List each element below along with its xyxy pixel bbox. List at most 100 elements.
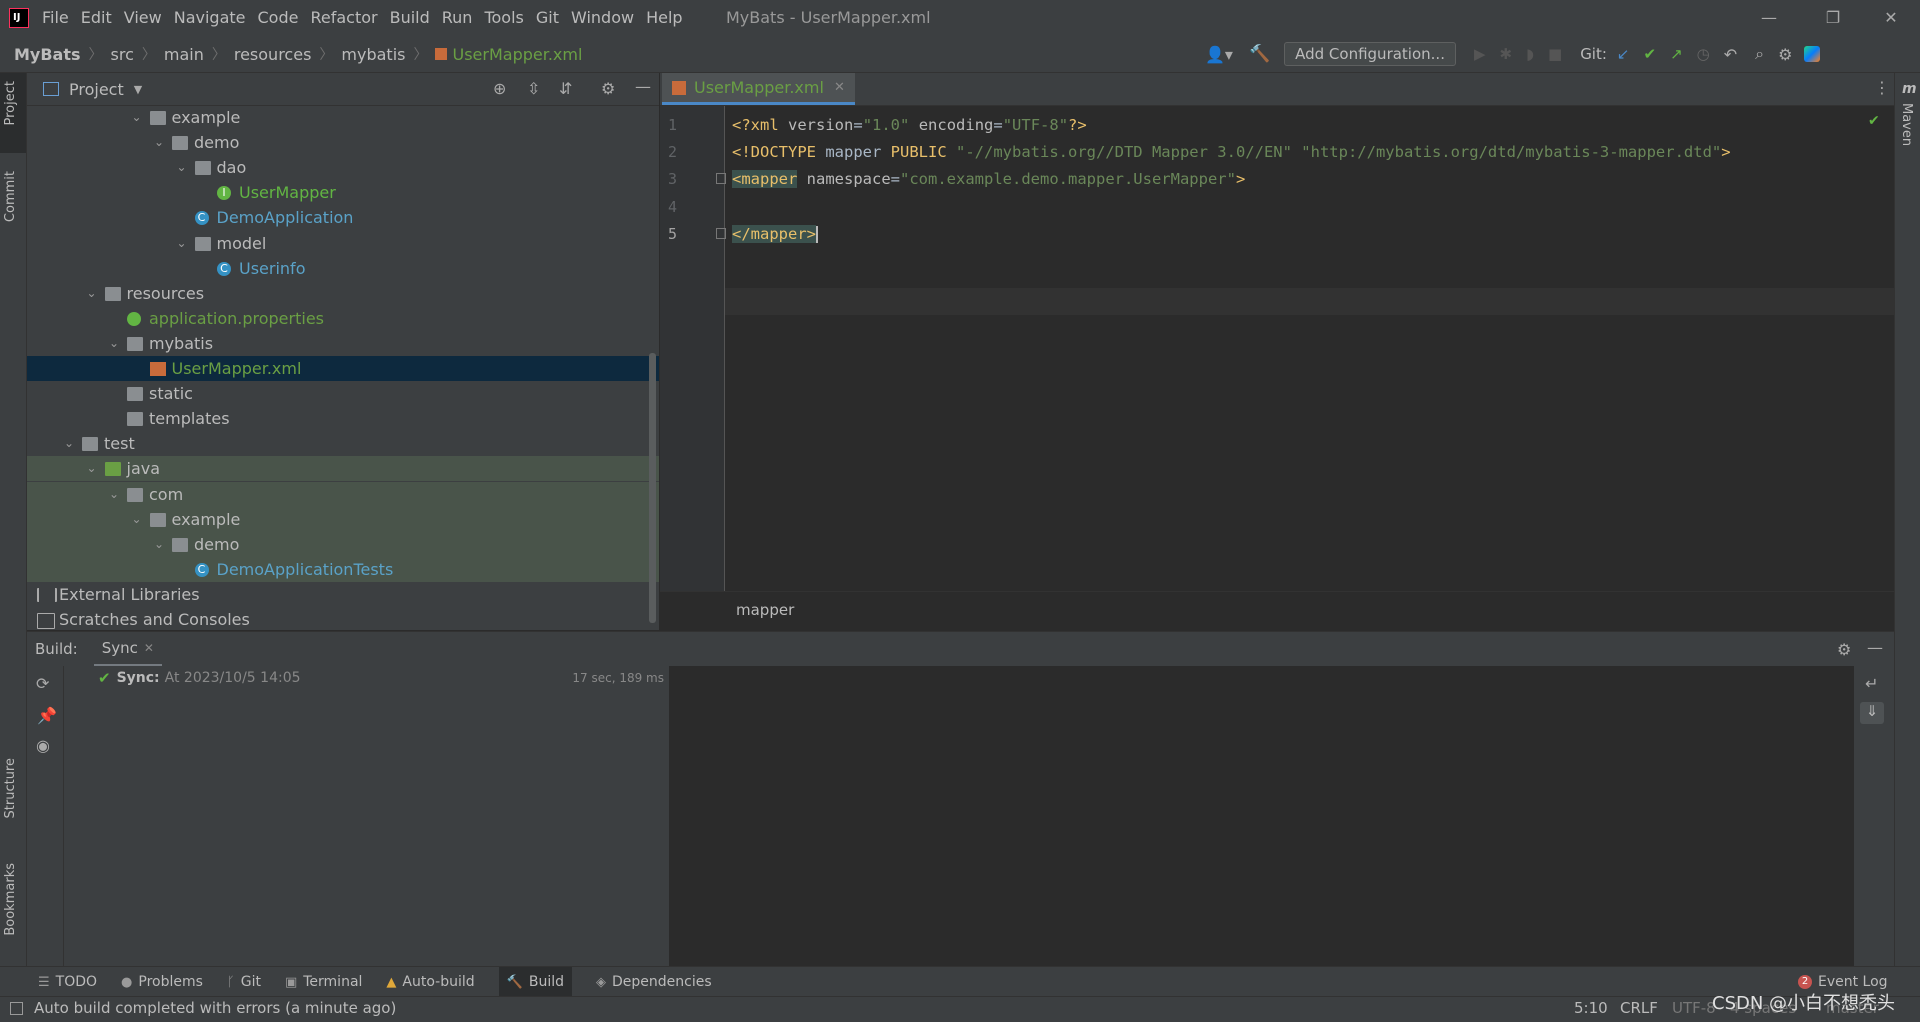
tool-build[interactable]: 🔨 Build	[498, 967, 573, 997]
code-line-3[interactable]: <mapper namespace="com.example.demo.mapp…	[732, 170, 1245, 188]
menu-refactor[interactable]: Refactor	[304, 0, 383, 36]
tree-item[interactable]: ⌄ test	[27, 431, 659, 456]
menu-code[interactable]: Code	[252, 0, 305, 36]
gear-icon[interactable]: ⚙	[601, 79, 615, 98]
menu-tools[interactable]: Tools	[478, 0, 529, 36]
tree-item[interactable]: C Userinfo	[27, 256, 659, 281]
hide-icon[interactable]: —	[1867, 638, 1883, 657]
line-separator[interactable]: CRLF	[1620, 999, 1658, 1017]
chevron-down-icon[interactable]: ⌄	[85, 281, 99, 306]
code-line-5[interactable]: </mapper>	[732, 225, 818, 243]
tree-item[interactable]: ⌄ resources	[27, 281, 659, 306]
build-output[interactable]	[669, 666, 1854, 967]
git-commit-icon[interactable]: ✔	[1644, 45, 1657, 63]
expand-all-icon[interactable]: ⇳	[527, 79, 540, 98]
stop-icon[interactable]: ■	[1548, 45, 1562, 63]
stripe-project[interactable]: Project	[3, 81, 18, 125]
project-view-title[interactable]: Project	[69, 80, 124, 99]
menu-navigate[interactable]: Navigate	[168, 0, 252, 36]
tree-item[interactable]: static	[27, 381, 659, 406]
add-configuration-button[interactable]: Add Configuration...	[1284, 42, 1456, 66]
scroll-to-end-icon[interactable]: ⇓	[1860, 702, 1884, 724]
chevron-down-icon[interactable]: ⌄	[62, 431, 76, 456]
file-encoding[interactable]: UTF-8	[1672, 999, 1716, 1017]
fold-marker-icon[interactable]	[716, 173, 726, 184]
breadcrumb-item[interactable]: src	[111, 45, 134, 64]
git-update-icon[interactable]: ↙	[1617, 45, 1630, 63]
build-hammer-icon[interactable]: 🔨	[1249, 44, 1270, 64]
tool-git[interactable]: ᚴ Git	[227, 974, 261, 990]
code-line-2[interactable]: <!DOCTYPE mapper PUBLIC "-//mybatis.org/…	[732, 143, 1731, 161]
debug-icon[interactable]: ✱	[1500, 45, 1513, 63]
chevron-down-icon[interactable]: ⌄	[107, 482, 121, 507]
no-problems-icon[interactable]: ✔	[1868, 113, 1880, 129]
menu-git[interactable]: Git	[530, 0, 565, 36]
restore-button[interactable]: ❐	[1804, 0, 1862, 36]
chevron-down-icon[interactable]: ▼	[134, 83, 142, 96]
status-message[interactable]: Auto build completed with errors (a minu…	[34, 999, 396, 1017]
tree-item[interactable]: ⌄ example	[27, 506, 659, 532]
git-history-icon[interactable]: ◷	[1697, 45, 1710, 63]
tree-item[interactable]: ⌄ example	[27, 105, 659, 130]
editor-menu-icon[interactable]: ⋮	[1874, 78, 1890, 97]
resync-icon[interactable]: ⟳	[36, 674, 49, 693]
tree-item[interactable]: Scratches and Consoles	[27, 607, 659, 630]
settings-icon[interactable]: ⚙	[1778, 45, 1792, 64]
coverage-icon[interactable]: ◗	[1526, 45, 1534, 63]
git-push-icon[interactable]: ↗	[1670, 45, 1683, 63]
close-tab-icon[interactable]: ✕	[834, 73, 845, 103]
menu-run[interactable]: Run	[436, 0, 479, 36]
menu-view[interactable]: View	[118, 0, 168, 36]
tree-item[interactable]: ⌄ demo	[27, 531, 659, 557]
tool-auto-build[interactable]: ▲ Auto-build	[386, 974, 474, 990]
breadcrumb-item[interactable]: mybatis	[341, 45, 405, 64]
tree-item[interactable]: templates	[27, 406, 659, 431]
tree-item[interactable]: I UserMapper	[27, 180, 659, 205]
user-icon[interactable]: 👤▾	[1205, 45, 1233, 64]
tab-usermapper-xml[interactable]: UserMapper.xml ✕	[662, 73, 855, 105]
tool-dependencies[interactable]: ◈ Dependencies	[596, 974, 712, 990]
tree-item[interactable]: ⌄ java	[27, 456, 659, 482]
tree-item[interactable]: C DemoApplication	[27, 205, 659, 230]
tree-item[interactable]: application.properties	[27, 306, 659, 331]
search-icon[interactable]: ⌕	[1755, 44, 1764, 64]
editor-breadcrumb-item[interactable]: mapper	[736, 601, 794, 619]
collapse-all-icon[interactable]: ⇵	[559, 79, 572, 98]
chevron-down-icon[interactable]: ⌄	[152, 130, 166, 155]
chevron-down-icon[interactable]: ⌄	[130, 105, 144, 130]
status-toggle-icon[interactable]	[10, 1002, 23, 1015]
chevron-down-icon[interactable]: ⌄	[152, 532, 166, 557]
close-button[interactable]: ✕	[1862, 0, 1920, 36]
chevron-down-icon[interactable]: ⌄	[175, 231, 189, 256]
menu-window[interactable]: Window	[565, 0, 640, 36]
tree-item[interactable]: C DemoApplicationTests	[27, 556, 659, 582]
chevron-down-icon[interactable]: ⌄	[130, 507, 144, 532]
tree-item[interactable]: ⌄ dao	[27, 155, 659, 180]
chevron-right-icon[interactable]: ›	[27, 582, 31, 607]
chevron-down-icon[interactable]: ⌄	[175, 155, 189, 180]
intellij-logo-icon[interactable]: IJ	[9, 8, 29, 28]
soft-wrap-icon[interactable]: ↵	[1865, 674, 1878, 693]
stripe-commit[interactable]: Commit	[3, 171, 18, 222]
minimize-button[interactable]: —	[1740, 0, 1798, 36]
pin-icon[interactable]: 📌	[37, 706, 57, 725]
tab-sync[interactable]: Sync ✕	[93, 632, 162, 667]
close-tab-icon[interactable]: ✕	[144, 632, 154, 664]
tree-item[interactable]: ⌄ model	[27, 231, 659, 256]
breadcrumb-item[interactable]: UserMapper.xml	[452, 45, 582, 64]
run-icon[interactable]: ▶	[1474, 45, 1486, 63]
tree-item[interactable]: ⌄ mybatis	[27, 331, 659, 356]
stripe-maven[interactable]: Maven	[1899, 103, 1914, 146]
breadcrumb-item[interactable]: MyBats	[14, 45, 81, 64]
chevron-down-icon[interactable]: ⌄	[107, 331, 121, 356]
tool-terminal[interactable]: ▣ Terminal	[285, 974, 362, 990]
caret-position[interactable]: 5:10	[1574, 999, 1608, 1017]
menu-file[interactable]: File	[36, 0, 75, 36]
breadcrumb-item[interactable]: main	[164, 45, 204, 64]
build-tree-item[interactable]: ✔ Sync: At 2023/10/5 14:05 17 sec, 189 m…	[98, 666, 668, 690]
hide-icon[interactable]: —	[635, 77, 651, 96]
tree-item[interactable]: ⌄ demo	[27, 130, 659, 155]
tool-todo[interactable]: ☰ TODO	[38, 974, 97, 990]
tree-item[interactable]: › External Libraries	[27, 582, 659, 607]
tool-problems[interactable]: ● Problems	[121, 974, 203, 990]
